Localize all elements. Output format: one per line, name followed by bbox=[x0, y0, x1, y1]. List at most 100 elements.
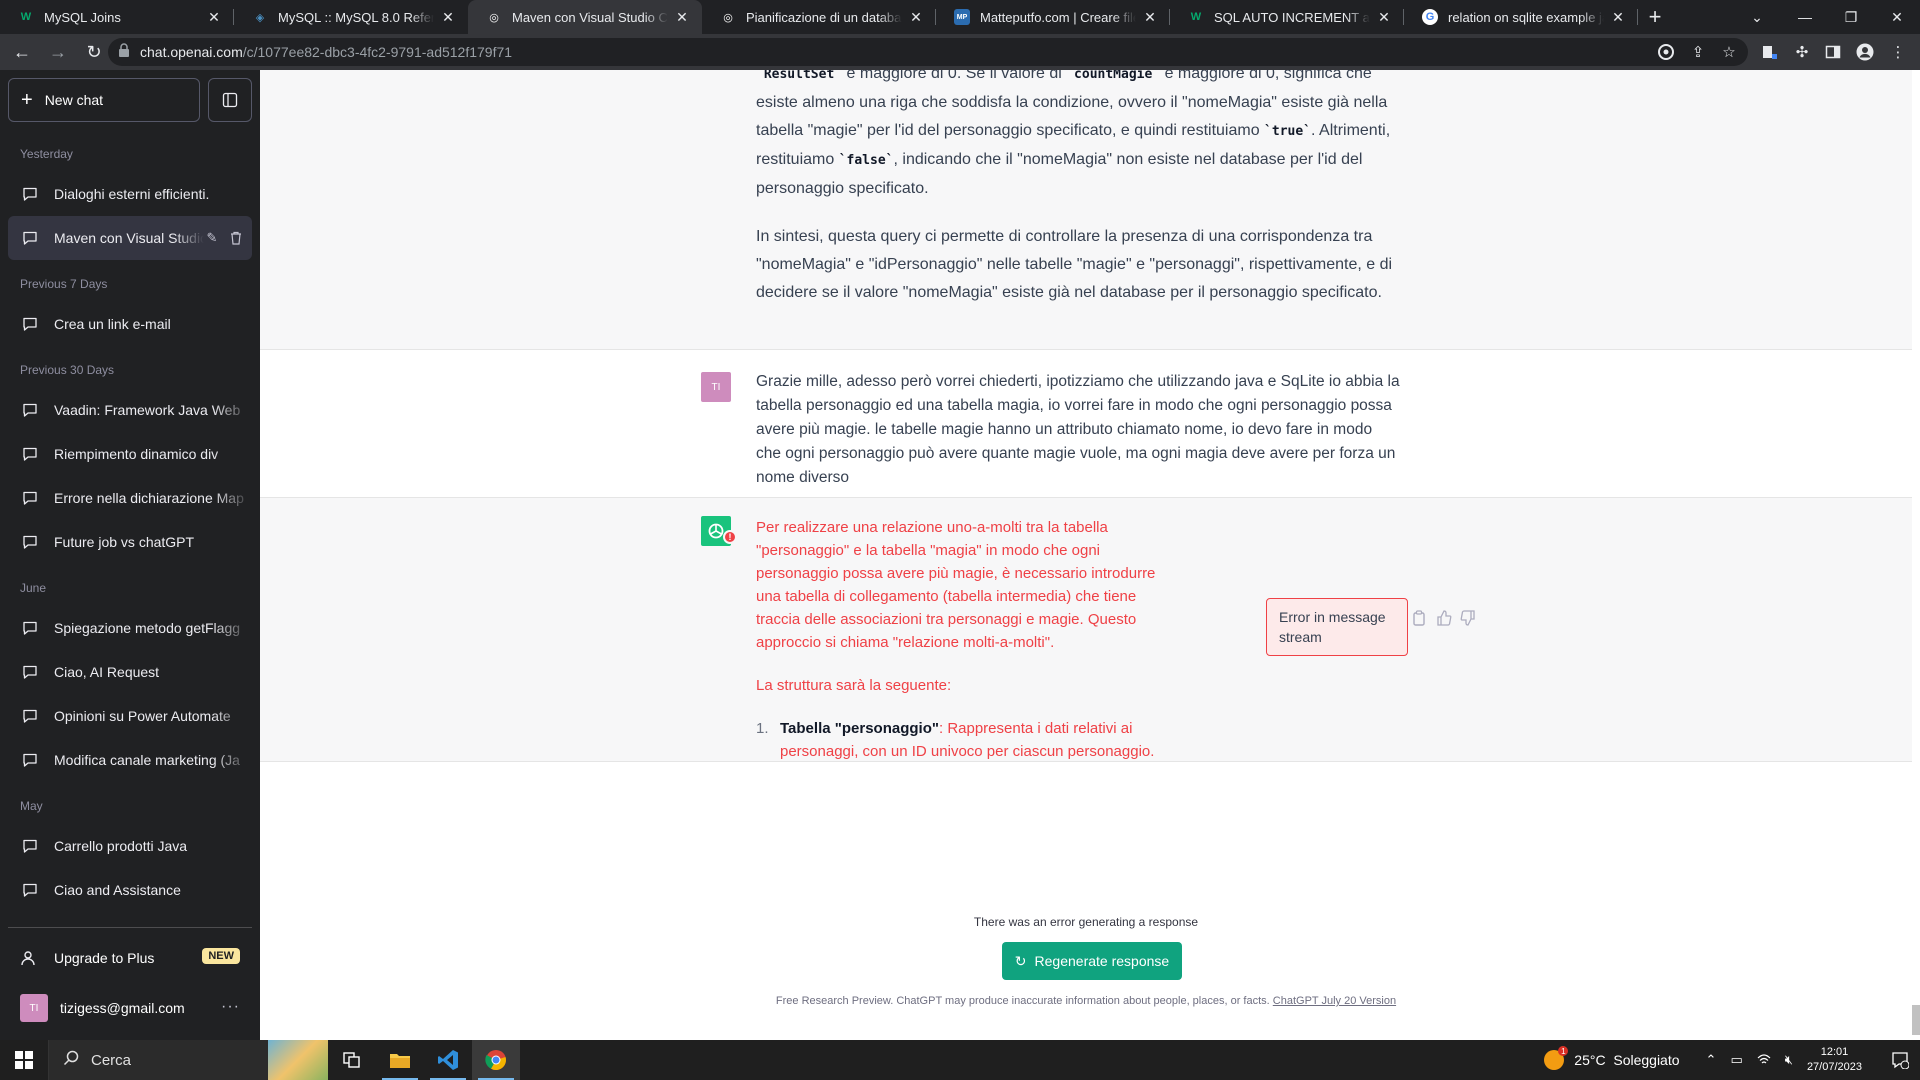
sidebar-chat-item[interactable]: Ciao, AI Request bbox=[8, 650, 252, 694]
edit-icon[interactable]: ✎ bbox=[204, 230, 220, 246]
browser-tab[interactable]: MP Matteputfo.com | Creare file CSV ✕ bbox=[936, 0, 1170, 34]
assistant-message-previous: `ResultSet` è maggiore di 0. Se il valor… bbox=[260, 70, 1912, 350]
previous-answer-paragraph-1: `ResultSet` è maggiore di 0. Se il valor… bbox=[756, 70, 1400, 203]
volume-muted-icon[interactable]: 🔇︎ bbox=[1785, 1052, 1793, 1068]
avatar: TI bbox=[20, 994, 48, 1022]
new-tab-button[interactable]: + bbox=[1638, 0, 1672, 34]
windows-start-icon[interactable] bbox=[0, 1040, 48, 1080]
sidebar-toggle-button[interactable] bbox=[208, 78, 252, 122]
tab-title: relation on sqlite example java - bbox=[1448, 9, 1604, 25]
new-chat-button[interactable]: + New chat bbox=[8, 78, 200, 122]
profile-icon[interactable] bbox=[1855, 42, 1875, 62]
address-bar[interactable]: chat.openai.com/c/1077ee82-dbc3-4fc2-979… bbox=[108, 38, 1748, 66]
close-window-button[interactable]: ✕ bbox=[1874, 0, 1920, 34]
chat-title: Modifica canale marketing (Ja bbox=[54, 752, 240, 768]
notification-center-icon[interactable] bbox=[1880, 1040, 1920, 1080]
sidebar-chat-item[interactable]: Errore nella dichiarazione Map bbox=[8, 476, 252, 520]
chat-title: Ciao and Assistance bbox=[54, 882, 181, 898]
thumbs-down-icon[interactable] bbox=[1460, 610, 1478, 628]
sidebar-chat-item[interactable]: Crea un link e-mail bbox=[8, 302, 252, 346]
tab-close-icon[interactable]: ✕ bbox=[1376, 9, 1392, 26]
lock-icon bbox=[118, 42, 130, 62]
taskbar-search-input[interactable]: Cerca bbox=[48, 1040, 268, 1080]
back-icon[interactable]: ← bbox=[8, 38, 36, 66]
forward-icon[interactable]: → bbox=[44, 38, 72, 66]
more-options-icon[interactable]: ··· bbox=[221, 998, 240, 1016]
bookmark-star-icon[interactable]: ☆ bbox=[1719, 42, 1739, 62]
sidebar-chat-item[interactable]: Dialoghi esterni efficienti. bbox=[8, 172, 252, 216]
tab-close-icon[interactable]: ✕ bbox=[1142, 9, 1158, 26]
browser-tab[interactable]: ◎ Maven con Visual Studio Code. ✕ bbox=[468, 0, 702, 34]
sidebar-chat-item[interactable]: Riempimento dinamico div bbox=[8, 432, 252, 476]
tab-title: Matteputfo.com | Creare file CSV bbox=[980, 9, 1136, 25]
chat-bubble-icon bbox=[22, 708, 38, 724]
task-view-icon[interactable] bbox=[328, 1040, 376, 1080]
camera-icon[interactable]: ▭ bbox=[1730, 1052, 1742, 1068]
sidebar-chat-item[interactable]: Modifica canale marketing (Ja bbox=[8, 738, 252, 782]
restore-button[interactable]: ❐ bbox=[1828, 0, 1874, 34]
sidebar-chat-item[interactable]: Future job vs chatGPT bbox=[8, 520, 252, 564]
google-lens-icon[interactable] bbox=[1656, 42, 1676, 62]
puzzle-extensions-icon[interactable]: ✣ bbox=[1792, 42, 1812, 62]
tab-close-icon[interactable]: ✕ bbox=[206, 9, 222, 26]
chat-bubble-icon bbox=[22, 186, 38, 202]
chat-title: Vaadin: Framework Java Web bbox=[54, 402, 241, 418]
tab-close-icon[interactable]: ✕ bbox=[440, 9, 456, 26]
tab-title: MySQL :: MySQL 8.0 Reference M bbox=[278, 9, 434, 25]
chat-bubble-icon bbox=[22, 316, 38, 332]
browser-menu-icon[interactable]: ⋮ bbox=[1888, 42, 1908, 62]
upgrade-plus-button[interactable]: Upgrade to Plus NEW bbox=[8, 936, 252, 980]
minimize-button[interactable]: — bbox=[1782, 0, 1828, 34]
regenerate-response-button[interactable]: ↻ Regenerate response bbox=[1002, 942, 1182, 980]
tab-close-icon[interactable]: ✕ bbox=[1610, 9, 1626, 26]
weather-widget[interactable]: 1 25°C Soleggiato bbox=[1544, 1046, 1680, 1070]
tab-close-icon[interactable]: ✕ bbox=[674, 9, 690, 26]
chat-bubble-icon bbox=[22, 230, 38, 246]
list-item-bold: Tabella "personaggio" bbox=[780, 720, 939, 737]
tab-strip: W MySQL Joins ✕ ◈ MySQL :: MySQL 8.0 Referen… bbox=[0, 0, 1638, 34]
reload-icon[interactable]: ↻ bbox=[80, 38, 108, 66]
tab-close-icon[interactable]: ✕ bbox=[908, 9, 924, 26]
sidebar-chat-item[interactable]: Ciao and Assistance bbox=[8, 868, 252, 912]
chat-title: Dialoghi esterni efficienti. bbox=[54, 186, 210, 202]
chrome-icon[interactable] bbox=[472, 1040, 520, 1080]
chat-bubble-icon bbox=[22, 402, 38, 418]
browser-tab[interactable]: Grelation on sqlite example java - ✕ bbox=[1404, 0, 1638, 34]
share-icon[interactable]: ⇪ bbox=[1688, 42, 1708, 62]
vscode-icon[interactable] bbox=[424, 1040, 472, 1080]
scrollbar[interactable] bbox=[1912, 1005, 1920, 1035]
mysql-icon: ◈ bbox=[255, 11, 265, 24]
file-explorer-icon[interactable] bbox=[376, 1040, 424, 1080]
thumbs-up-icon[interactable] bbox=[1436, 610, 1454, 628]
sidebar-toggle-icon bbox=[222, 92, 238, 108]
inline-code: `false` bbox=[838, 153, 894, 168]
browser-tab[interactable]: W MySQL Joins ✕ bbox=[0, 0, 234, 34]
sidebar-chat-item[interactable]: Vaadin: Framework Java Web bbox=[8, 388, 252, 432]
account-menu[interactable]: TI tizigess@gmail.com ··· bbox=[8, 984, 252, 1032]
tab-search-icon[interactable]: ⌄ bbox=[1734, 0, 1780, 34]
network-icon[interactable] bbox=[1757, 1053, 1771, 1068]
chat-title: Crea un link e-mail bbox=[54, 316, 171, 332]
sidebar-chat-item[interactable]: Spiegazione metodo getFlagg bbox=[8, 606, 252, 650]
error-generating-text: There was an error generating a response bbox=[973, 915, 1199, 929]
clock[interactable]: 12:01 27/07/2023 bbox=[1807, 1045, 1862, 1075]
extension-icon[interactable] bbox=[1760, 42, 1780, 62]
sidebar-chat-item[interactable]: Carrello prodotti Java bbox=[8, 824, 252, 868]
copy-icon[interactable] bbox=[1412, 610, 1430, 628]
browser-tab[interactable]: ◎ Pianificazione di un database rel ✕ bbox=[702, 0, 936, 34]
side-panel-icon[interactable] bbox=[1823, 42, 1843, 62]
version-link[interactable]: ChatGPT July 20 Version bbox=[1273, 995, 1396, 1007]
chat-bubble-icon bbox=[22, 490, 38, 506]
chat-title: Maven con Visual Studio Code. bbox=[54, 230, 204, 246]
browser-tab-bar: W MySQL Joins ✕ ◈ MySQL :: MySQL 8.0 Referen… bbox=[0, 0, 1920, 34]
chevron-up-icon[interactable]: ⌃ bbox=[1706, 1052, 1717, 1068]
browser-tab[interactable]: W SQL AUTO INCREMENT a Field ✕ bbox=[1170, 0, 1404, 34]
previous-answer-paragraph-2: In sintesi, questa query ci permette di … bbox=[756, 228, 1393, 301]
delete-icon[interactable] bbox=[228, 230, 244, 246]
user-message-text: Grazie mille, adesso però vorrei chieder… bbox=[756, 373, 1400, 486]
browser-tab[interactable]: ◈ MySQL :: MySQL 8.0 Reference M ✕ bbox=[234, 0, 468, 34]
chat-bubble-icon bbox=[22, 838, 38, 854]
sidebar-chat-item[interactable]: Maven con Visual Studio Code.✎ bbox=[8, 216, 252, 260]
disclaimer: Free Research Preview. ChatGPT may produ… bbox=[260, 995, 1912, 1007]
sidebar-chat-item[interactable]: Opinioni su Power Automate bbox=[8, 694, 252, 738]
